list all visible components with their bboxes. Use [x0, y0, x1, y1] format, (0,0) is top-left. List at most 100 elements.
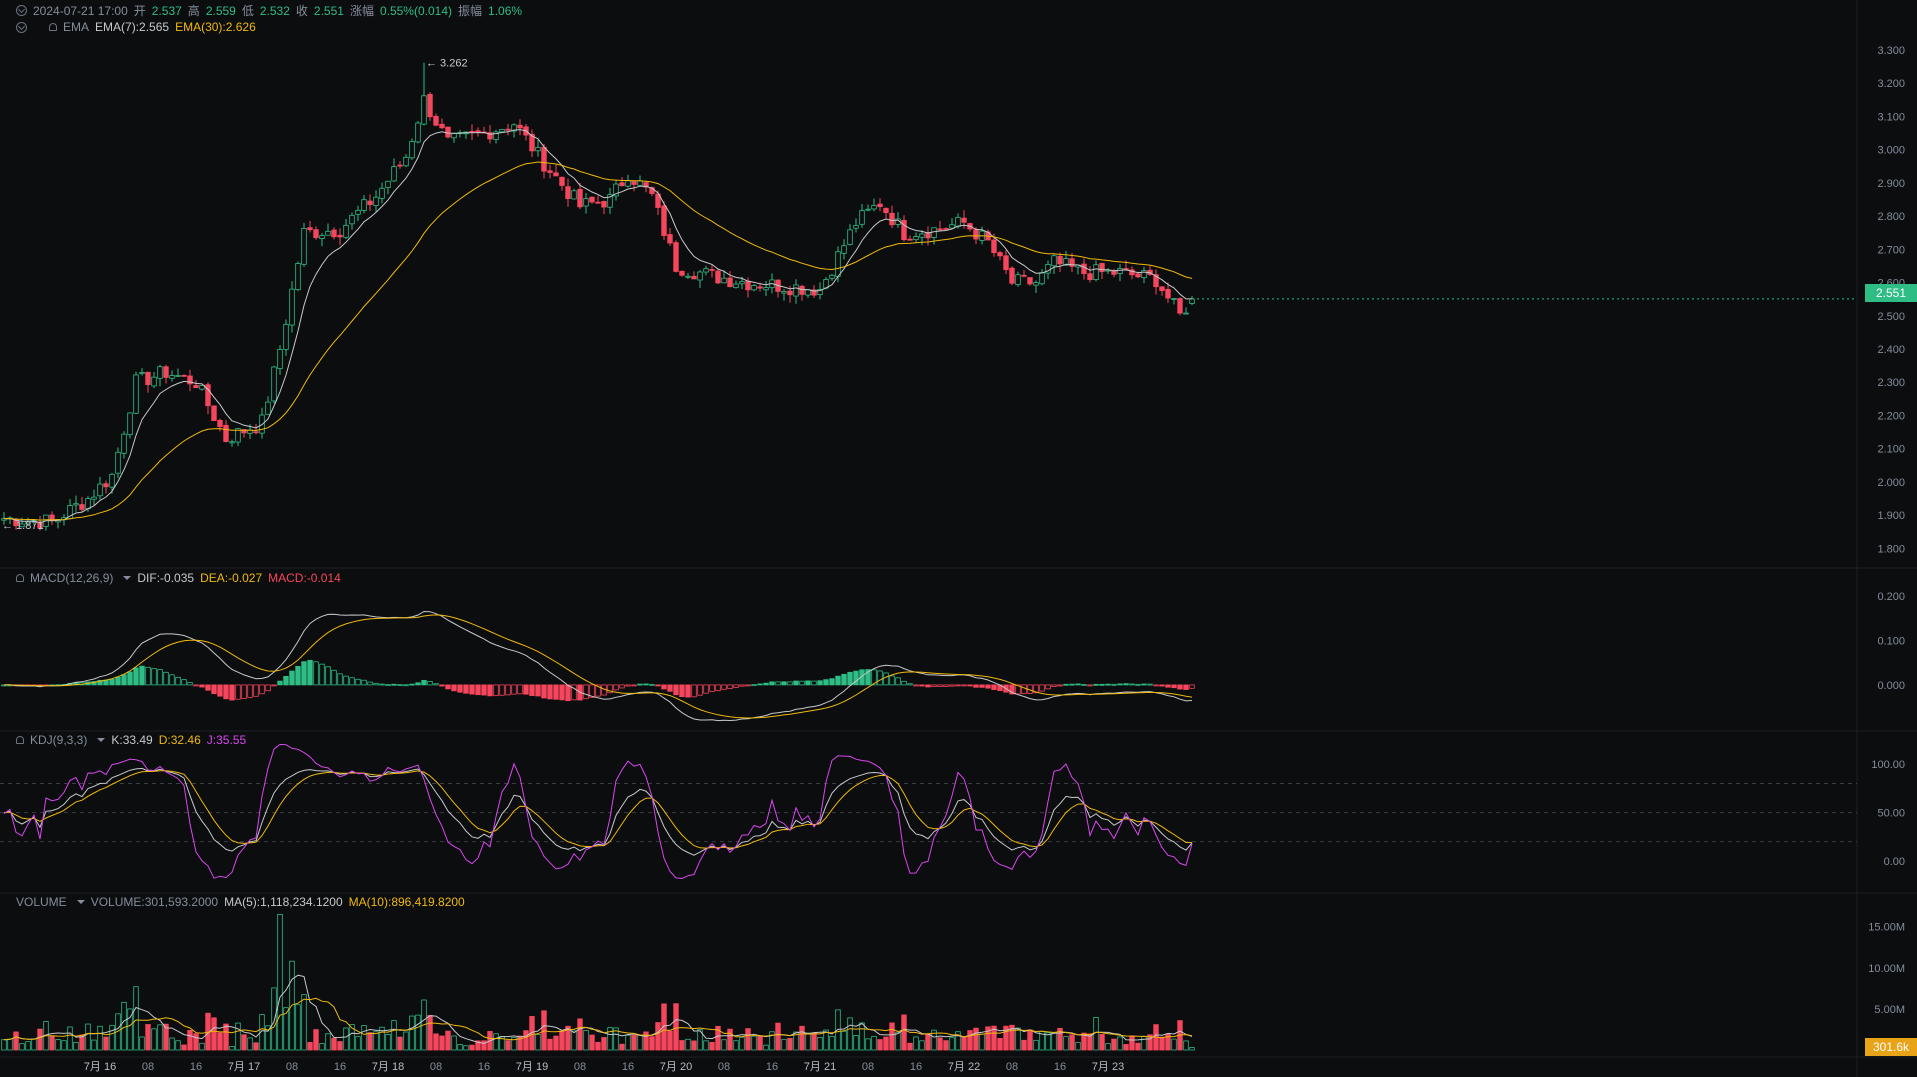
volume-bar	[553, 1035, 559, 1051]
candle	[835, 251, 841, 277]
candle	[379, 187, 385, 199]
macd-bar	[283, 676, 289, 686]
candle	[715, 270, 721, 284]
candle	[79, 504, 85, 510]
macd-bar	[523, 684, 529, 695]
candle	[193, 385, 199, 389]
candle	[751, 285, 757, 291]
macd-macd: MACD:-0.014	[268, 571, 341, 585]
macd-bar	[127, 671, 133, 686]
volume-bar	[85, 1023, 91, 1051]
volume-bar	[67, 1026, 73, 1051]
candle	[793, 284, 799, 297]
volume-bar	[151, 1028, 157, 1051]
volume-bar	[781, 1038, 787, 1051]
macd-bar	[925, 684, 931, 688]
candle	[1177, 298, 1183, 314]
candle	[1165, 288, 1171, 299]
candle	[961, 217, 967, 223]
candle	[1183, 312, 1189, 315]
candle	[1123, 268, 1129, 270]
high-label: 高	[187, 4, 200, 18]
volume-bar	[439, 1035, 445, 1051]
volume-bar	[13, 1031, 19, 1051]
ema-collapse-icon[interactable]	[16, 21, 27, 33]
macd-bar	[1069, 683, 1075, 686]
price-tick-label: 3.000	[1877, 145, 1905, 157]
macd-bar	[493, 684, 499, 697]
price-tick-label: 1.800	[1877, 543, 1905, 555]
candle	[577, 188, 583, 208]
macd-bar	[457, 684, 463, 693]
candle	[667, 234, 673, 244]
kdj-name[interactable]: KDJ(9,3,3)	[30, 733, 87, 747]
macd-bar	[529, 684, 535, 697]
volume-bar	[109, 1025, 115, 1051]
ema-name[interactable]: EMA	[63, 20, 89, 34]
macd-bar	[277, 680, 283, 686]
chart-canvas[interactable]: 1.800 1.900 2.000 2.100 2.200 2.300 2.400 2.500…	[0, 0, 1917, 1077]
bell-icon[interactable]	[49, 23, 57, 31]
volume-bar	[811, 1032, 817, 1051]
macd-bar	[1183, 684, 1189, 690]
macd-dropdown-icon[interactable]	[123, 576, 132, 580]
macd-bar	[247, 684, 253, 698]
macd-bar	[109, 678, 115, 686]
volume-dropdown-icon[interactable]	[76, 900, 85, 904]
candle	[661, 205, 667, 236]
macd-bar	[415, 682, 421, 686]
current-price-tag: 2.551	[1865, 284, 1917, 302]
macd-bar	[1099, 683, 1105, 686]
volume-bar	[493, 1033, 499, 1051]
collapse-icon[interactable]	[16, 5, 27, 16]
candle	[757, 286, 763, 289]
volume-bar	[1159, 1036, 1165, 1051]
x-tick-label: 7月 21	[804, 1061, 836, 1073]
ema30-line	[4, 161, 1193, 521]
volume-bar	[649, 1036, 655, 1051]
macd-bar	[553, 684, 559, 700]
candle	[1093, 264, 1099, 280]
current-price-value: 2.551	[1875, 286, 1907, 300]
volume-bar	[595, 1041, 601, 1051]
volume-bar	[187, 1029, 193, 1051]
volume-name[interactable]: VOLUME	[16, 895, 67, 909]
volume-bar	[1117, 1036, 1123, 1051]
candle	[1027, 277, 1033, 285]
macd-bar	[463, 684, 469, 694]
macd-bar	[907, 683, 913, 686]
macd-bar	[223, 684, 229, 700]
candle	[685, 275, 691, 278]
volume-bar	[937, 1037, 943, 1051]
kdj-bell-icon[interactable]	[16, 736, 24, 744]
volume-bar	[91, 1039, 97, 1051]
macd-tick-label: 0.200	[1877, 591, 1905, 603]
candle	[73, 503, 79, 506]
volume-bar	[1075, 1041, 1081, 1051]
volume-bar	[967, 1030, 973, 1051]
close-label: 收	[295, 4, 308, 18]
macd-bar	[883, 672, 889, 686]
volume-bar	[1171, 1038, 1177, 1051]
candle	[1189, 298, 1195, 304]
candle	[595, 201, 601, 204]
candle	[115, 451, 121, 474]
volume-bar	[229, 1046, 235, 1051]
macd-bar	[703, 684, 709, 694]
volume-bar	[769, 1031, 775, 1051]
macd-bar	[349, 677, 355, 686]
macd-bell-icon[interactable]	[16, 574, 24, 582]
x-tick-label: 7月 23	[1092, 1061, 1124, 1073]
price-tick-label: 3.300	[1877, 45, 1905, 57]
x-tick-label: 08	[286, 1061, 298, 1073]
candle	[889, 212, 895, 226]
x-tick-label: 7月 17	[228, 1061, 260, 1073]
volume-bar	[247, 1037, 253, 1051]
macd-name[interactable]: MACD(12,26,9)	[30, 571, 113, 585]
macd-bar	[289, 670, 295, 686]
candle	[601, 201, 607, 208]
macd-bar	[1105, 683, 1111, 686]
price-tick-label: 2.300	[1877, 377, 1905, 389]
macd-bar	[637, 683, 643, 686]
kdj-dropdown-icon[interactable]	[97, 738, 106, 742]
